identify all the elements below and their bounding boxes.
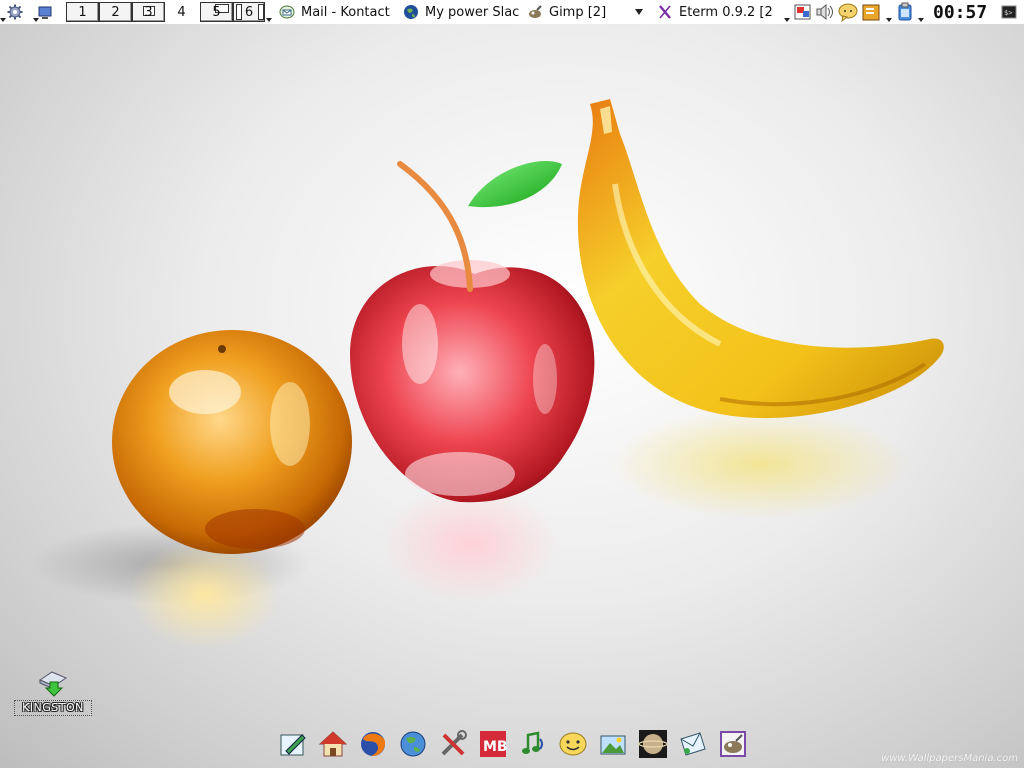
music-player-icon bbox=[521, 731, 543, 754]
pager-desktop-4[interactable]: 4 bbox=[165, 2, 198, 22]
dock-home[interactable] bbox=[316, 728, 349, 760]
pager-desktop-label: 1 bbox=[78, 4, 87, 20]
task-eterm[interactable]: Eterm 0.9.2 [2 bbox=[657, 0, 779, 24]
pager-desktop-label: 4 bbox=[177, 4, 186, 20]
chevron-down-icon bbox=[635, 9, 643, 15]
pager-desktop-3[interactable]: 3 bbox=[132, 2, 165, 22]
terminal-icon: $> bbox=[1001, 4, 1017, 20]
gimp-dock-icon bbox=[719, 731, 746, 757]
banana-caustic-glow bbox=[610, 409, 910, 519]
svg-text:MB: MB bbox=[483, 739, 508, 755]
system-tray bbox=[783, 0, 925, 24]
svg-text:$>: $> bbox=[1004, 9, 1012, 17]
gimp-icon bbox=[527, 4, 543, 20]
chat-balloon-icon[interactable] bbox=[837, 2, 859, 23]
mb-app-icon: MB bbox=[479, 731, 508, 757]
image-viewer-icon bbox=[600, 735, 625, 755]
home-folder-icon bbox=[318, 731, 347, 757]
glass-orange bbox=[112, 330, 352, 554]
pager-desktop-label: 3 bbox=[144, 4, 153, 20]
task-label: Gimp [2] bbox=[549, 4, 607, 20]
pager-desktop-5[interactable]: 5 bbox=[200, 2, 233, 22]
eterm-x-icon bbox=[657, 4, 673, 20]
dock-messenger[interactable] bbox=[556, 728, 589, 760]
menu-arrow-icon bbox=[33, 18, 39, 22]
task-label: Mail - Kontact bbox=[301, 4, 390, 20]
pager-window-thumb bbox=[236, 4, 242, 20]
tools-settings-icon bbox=[441, 730, 467, 756]
glass-apple bbox=[350, 160, 595, 503]
dock-firefox[interactable] bbox=[356, 728, 389, 760]
desktop-icon-label: KINGSTON bbox=[14, 700, 92, 716]
orange-caustic-glow bbox=[130, 539, 280, 649]
dock-mail[interactable] bbox=[676, 728, 709, 760]
pager-desktop-label: 5 bbox=[212, 4, 221, 20]
tray-arrow-icon[interactable] bbox=[885, 0, 893, 24]
task-mail-kontact[interactable]: Mail - Kontact bbox=[279, 0, 397, 24]
pager-desktop-label: 6 bbox=[244, 4, 254, 20]
monitor-icon bbox=[37, 4, 53, 20]
wallpaper-watermark: www.WallpapersMania.com bbox=[881, 753, 1018, 764]
dock-mb-app[interactable]: MB bbox=[476, 728, 509, 760]
kmenu-button[interactable] bbox=[0, 0, 30, 24]
top-panel: 1 2 3 4 5 6 Mail - Kontact My power Slac… bbox=[0, 0, 1024, 24]
mail-client-icon bbox=[679, 732, 706, 756]
task-label: My power Slac bbox=[425, 4, 520, 20]
globe-browser-icon bbox=[400, 731, 425, 757]
clock-time: 00:57 bbox=[933, 1, 988, 23]
pager-desktop-2[interactable]: 2 bbox=[99, 2, 132, 22]
dock-editor[interactable] bbox=[276, 728, 309, 760]
tray-arrow-icon[interactable] bbox=[917, 0, 925, 24]
pager-arrow-icon[interactable] bbox=[265, 0, 273, 24]
task-gimp[interactable]: Gimp [2] bbox=[527, 0, 627, 24]
menu-arrow-icon bbox=[0, 18, 6, 22]
glass-fruit-artwork bbox=[30, 99, 944, 649]
pager-desktop-1[interactable]: 1 bbox=[66, 2, 99, 22]
editor-icon bbox=[280, 734, 306, 756]
pager-window-thumb bbox=[258, 4, 264, 20]
messenger-smiley-icon bbox=[559, 732, 586, 756]
notes-folder-icon[interactable] bbox=[861, 2, 883, 22]
globe-icon bbox=[403, 4, 419, 20]
firefox-icon bbox=[360, 732, 385, 757]
desktop-wallpaper bbox=[0, 24, 1024, 768]
kmail-tray-icon[interactable] bbox=[793, 2, 813, 22]
gear-icon bbox=[7, 4, 23, 20]
terminal-launcher-button[interactable]: $> bbox=[1001, 0, 1019, 24]
dock-gimp[interactable] bbox=[716, 728, 749, 760]
panel-clock[interactable]: 00:57 bbox=[933, 0, 999, 24]
dock-tools[interactable] bbox=[436, 728, 469, 760]
pager-desktop-label: 2 bbox=[111, 4, 120, 20]
kontact-mail-icon bbox=[279, 4, 295, 20]
glass-banana bbox=[577, 99, 944, 419]
usb-drive-icon bbox=[36, 668, 70, 698]
window-list-button[interactable] bbox=[30, 0, 60, 24]
desktop-pager: 1 2 3 4 5 6 bbox=[66, 0, 273, 24]
dock-browser[interactable] bbox=[396, 728, 429, 760]
bottom-dock: MB bbox=[276, 728, 749, 760]
task-my-power-slac[interactable]: My power Slac bbox=[403, 0, 523, 24]
dock-image-viewer[interactable] bbox=[596, 728, 629, 760]
planet-icon bbox=[637, 730, 668, 758]
pager-desktop-6[interactable]: 6 bbox=[233, 2, 265, 22]
task-dropdown-button[interactable] bbox=[635, 0, 649, 24]
tray-arrow-icon[interactable] bbox=[783, 0, 791, 24]
speaker-volume-icon[interactable] bbox=[815, 2, 835, 22]
desktop-icon-kingston[interactable]: KINGSTON bbox=[14, 668, 92, 718]
klipper-clipboard-icon[interactable] bbox=[895, 2, 915, 22]
dock-planet[interactable] bbox=[636, 728, 669, 760]
task-label: Eterm 0.9.2 [2 bbox=[679, 4, 773, 20]
dock-music[interactable] bbox=[516, 728, 549, 760]
